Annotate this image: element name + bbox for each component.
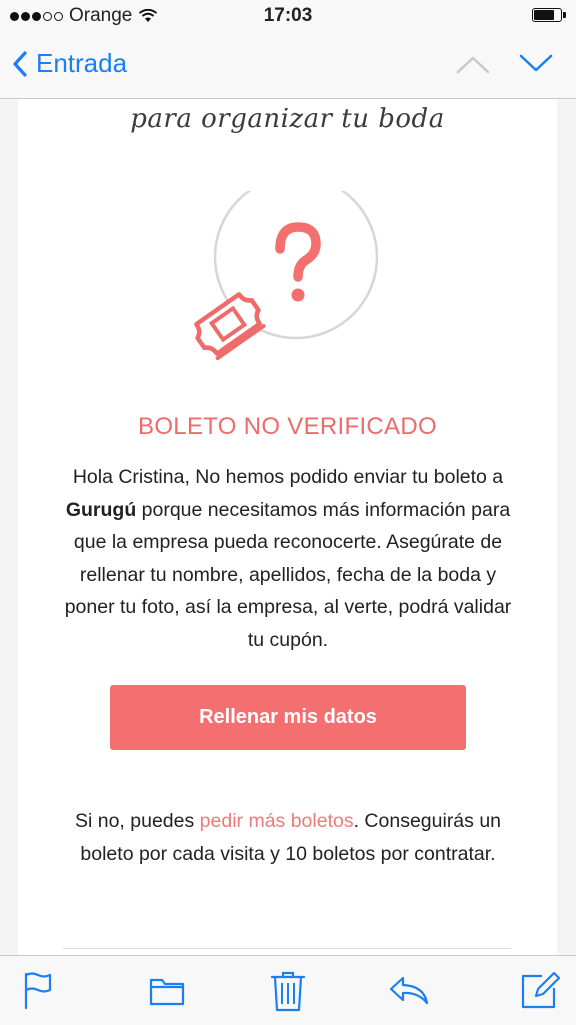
tagline: para organizar tu boda <box>130 104 445 134</box>
trash-icon[interactable] <box>270 970 306 1012</box>
email-body: para organizar tu boda BOLETO NO VERIFIC… <box>18 99 557 955</box>
company-name: Gurugú <box>65 498 137 521</box>
divider <box>63 948 511 949</box>
back-button[interactable]: Entrada <box>12 48 127 79</box>
chevron-left-icon <box>13 50 27 77</box>
fill-details-button[interactable]: Rellenar mis datos <box>110 685 466 750</box>
flag-icon[interactable] <box>22 970 54 1010</box>
footer-paragraph: Si no, puedes pedir más boletos. Consegu… <box>58 805 518 870</box>
message-text-end: porque necesitamos más información para … <box>64 498 512 651</box>
battery-level <box>534 10 554 20</box>
compose-icon[interactable] <box>520 970 560 1010</box>
reply-icon[interactable] <box>388 970 430 1010</box>
more-tickets-link[interactable]: pedir más boletos <box>200 810 354 832</box>
back-label: Entrada <box>36 48 128 78</box>
footer-text-start: Si no, puedes <box>74 810 200 832</box>
heading: BOLETO NO VERIFICADO <box>138 413 437 440</box>
chevron-up-icon[interactable] <box>455 50 491 78</box>
nav-bar: Entrada <box>0 32 576 99</box>
bottom-toolbar <box>0 955 576 1025</box>
message-text-start: Hola Cristina, No hemos podido enviar tu… <box>72 466 504 488</box>
chevron-down-icon[interactable] <box>518 50 554 78</box>
unverified-ticket-illustration <box>194 191 379 361</box>
status-bar: Orange 17:03 <box>0 0 576 32</box>
clock: 17:03 <box>263 5 313 26</box>
battery-icon <box>532 8 566 22</box>
folder-icon[interactable] <box>148 970 186 1010</box>
message-paragraph: Hola Cristina, No hemos podido enviar tu… <box>58 461 518 656</box>
